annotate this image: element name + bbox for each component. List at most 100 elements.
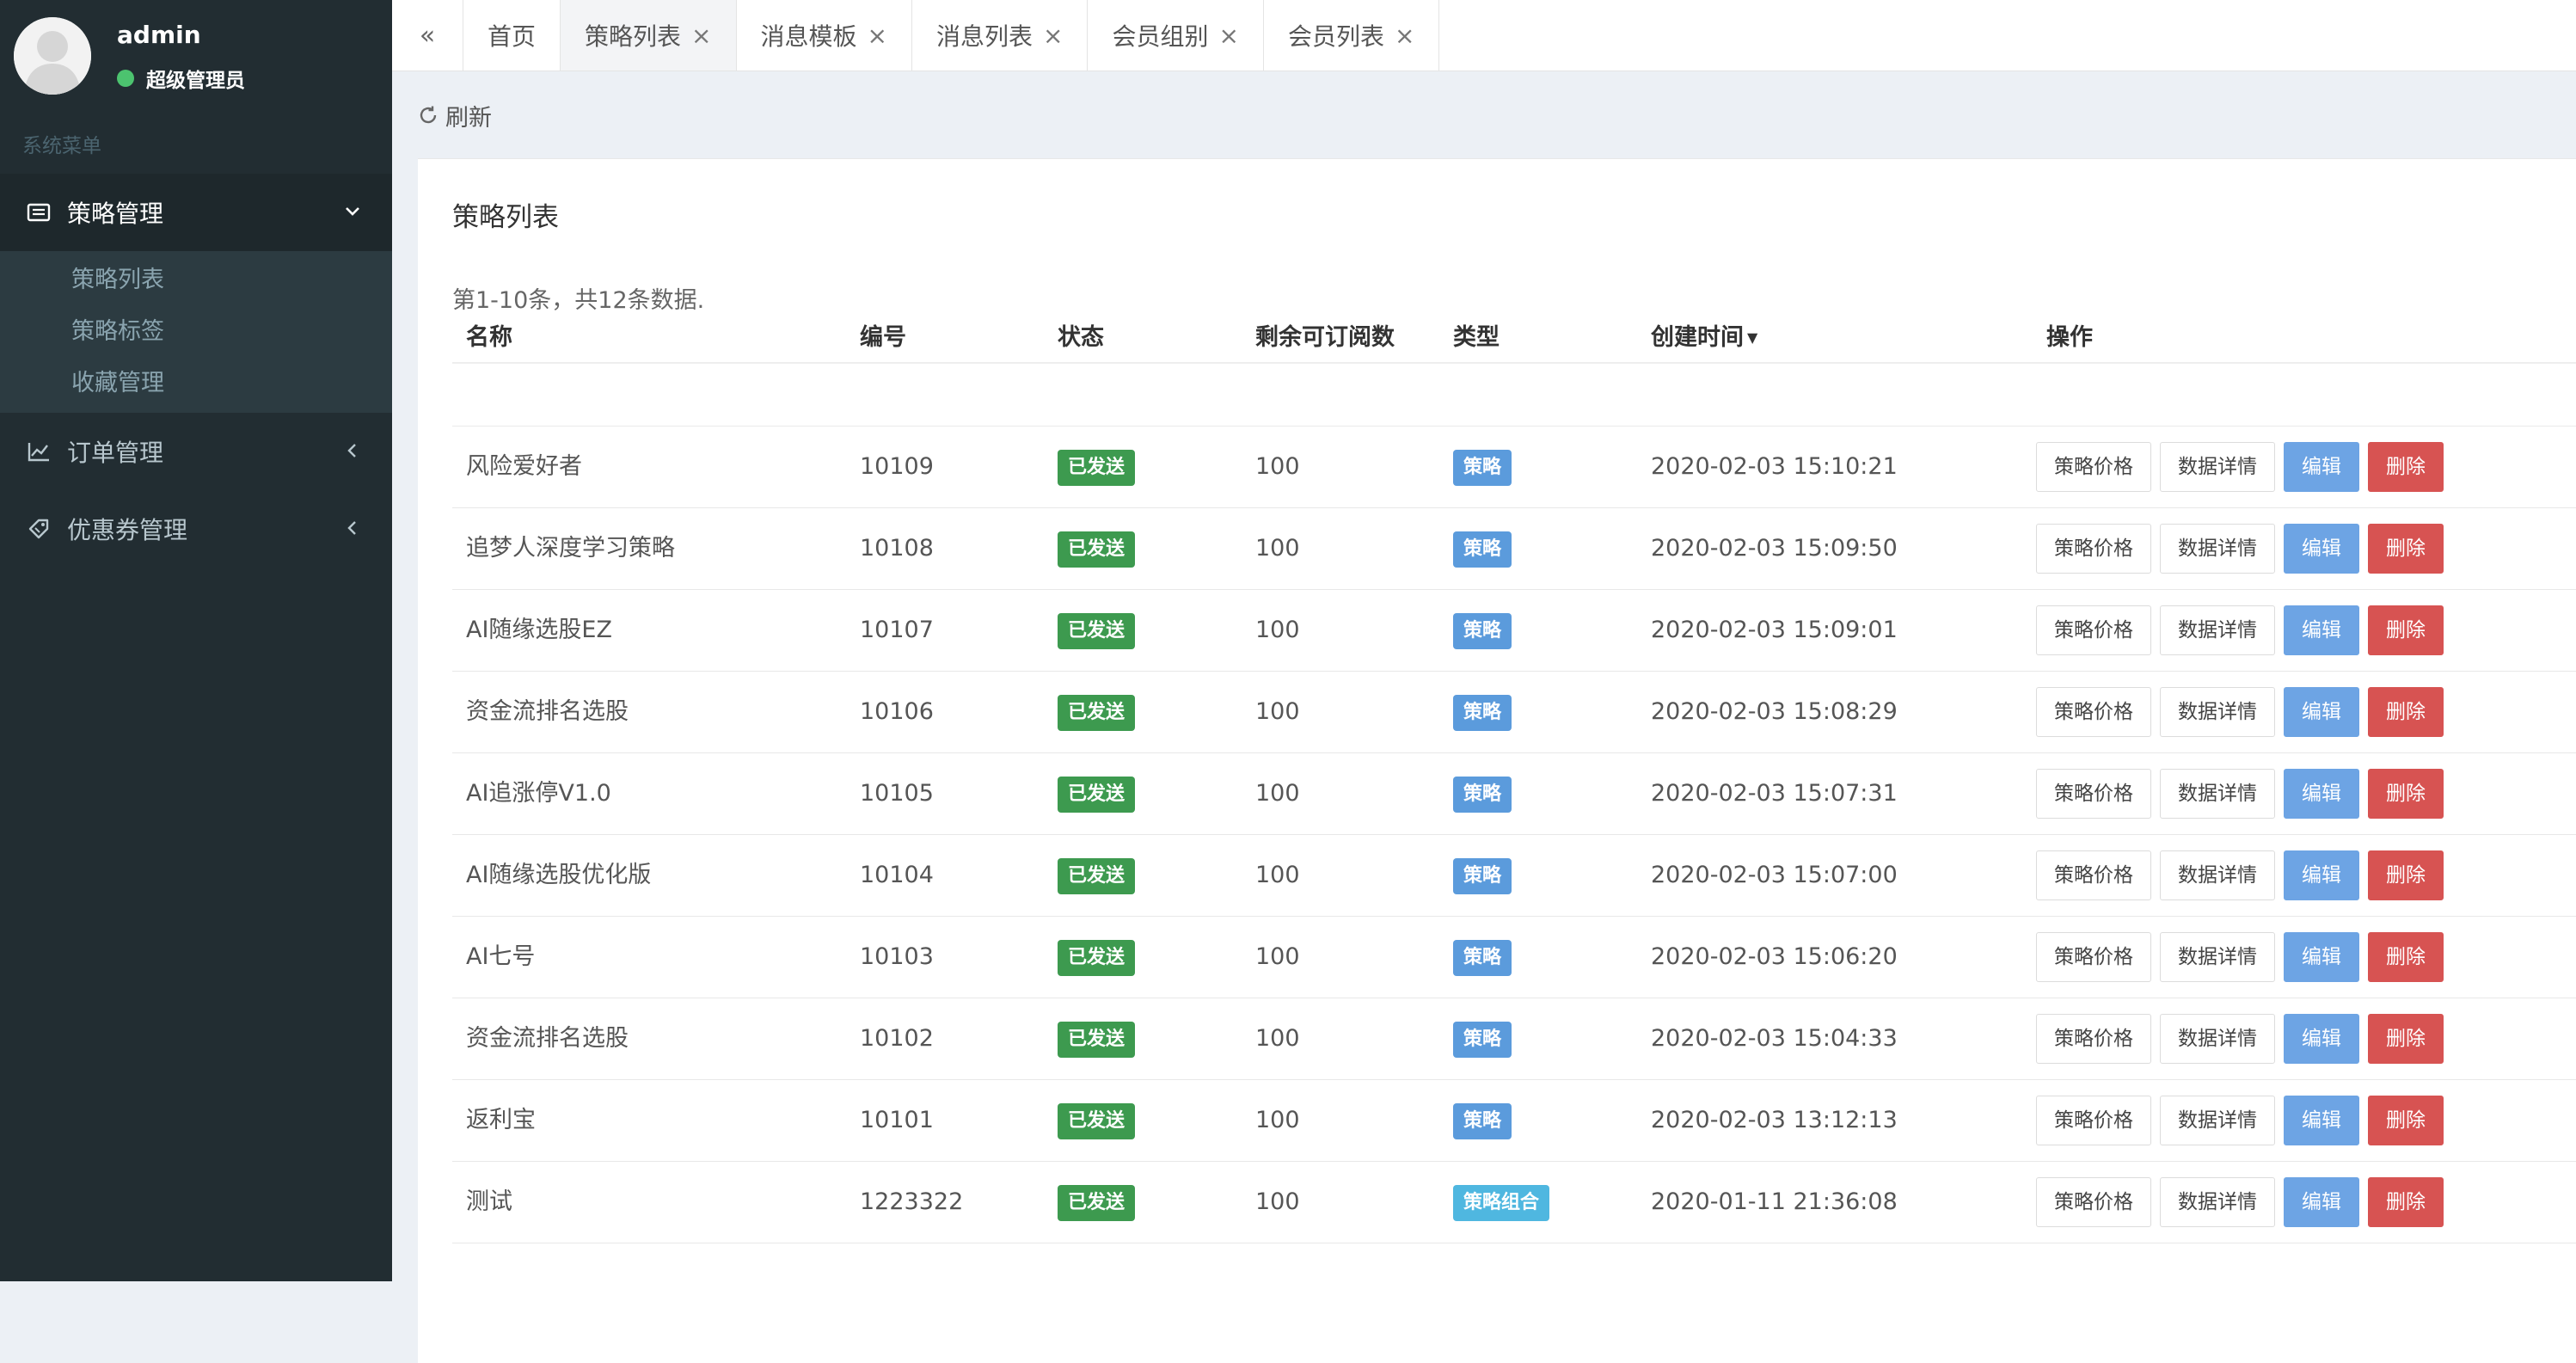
tab-message-list[interactable]: 消息列表 × (912, 0, 1089, 71)
table-row: AI随缘选股优化版 10104 已发送 100 策略 2020-02-03 15:07:0… (452, 835, 2576, 917)
cell-id: 10101 (860, 1107, 934, 1133)
sidebar-item-strategy[interactable]: 策略管理 (0, 174, 392, 251)
tab-collapse-button[interactable]: « (392, 0, 463, 71)
strategy-price-button[interactable]: 策略价格 (2036, 524, 2151, 574)
cell-type: 策略 (1453, 508, 1512, 589)
column-header-status[interactable]: 状态 (1058, 314, 1104, 362)
close-icon[interactable]: × (1043, 21, 1063, 50)
delete-button[interactable]: 删除 (2368, 605, 2444, 655)
cell-id: 10109 (860, 453, 934, 480)
close-icon[interactable]: × (868, 21, 887, 50)
table-row: AI七号 10103 已发送 100 策略 2020-02-03 15:06:20 策略价格… (452, 917, 2576, 998)
type-badge: 策略组合 (1453, 1184, 1550, 1221)
tab-member-list[interactable]: 会员列表 × (1264, 0, 1440, 71)
refresh-button[interactable]: 刷新 (418, 98, 492, 132)
data-detail-button[interactable]: 数据详情 (2160, 687, 2275, 737)
column-header-name[interactable]: 名称 (466, 314, 512, 362)
tab-strategy-list[interactable]: 策略列表 × (561, 0, 737, 71)
data-detail-button[interactable]: 数据详情 (2160, 605, 2275, 655)
table-row: AI追涨停V1.0 10105 已发送 100 策略 2020-02-03 15:07:3… (452, 753, 2576, 835)
sidebar-subitem-favorites[interactable]: 收藏管理 (0, 358, 392, 409)
delete-button[interactable]: 删除 (2368, 769, 2444, 819)
sidebar-item-label: 策略管理 (67, 200, 164, 228)
type-badge: 策略 (1453, 1021, 1512, 1058)
cell-type: 策略 (1453, 427, 1512, 507)
type-badge: 策略 (1453, 857, 1512, 894)
tab-message-template[interactable]: 消息模板 × (737, 0, 912, 71)
filter-row (452, 364, 2576, 427)
status-badge: 已发送 (1058, 939, 1136, 976)
close-icon[interactable]: × (1395, 21, 1414, 50)
tab-member-group[interactable]: 会员组别 × (1088, 0, 1264, 71)
strategy-price-button[interactable]: 策略价格 (2036, 1177, 2151, 1227)
column-header-id[interactable]: 编号 (860, 314, 906, 362)
edit-button[interactable]: 编辑 (2284, 850, 2359, 900)
delete-button[interactable]: 删除 (2368, 850, 2444, 900)
user-status: 超级管理员 (117, 64, 245, 93)
row-actions: 策略价格 数据详情 编辑 删除 (2036, 932, 2444, 982)
delete-button[interactable]: 删除 (2368, 524, 2444, 574)
data-detail-button[interactable]: 数据详情 (2160, 1096, 2275, 1145)
column-header-type[interactable]: 类型 (1453, 314, 1500, 362)
tab-bar: « 首页 策略列表 × 消息模板 × 消息列表 × 会员组别 × 会员列表 × (392, 0, 2576, 71)
strategy-price-button[interactable]: 策略价格 (2036, 850, 2151, 900)
column-header-remaining[interactable]: 剩余可订阅数 (1255, 314, 1395, 362)
cell-name: AI随缘选股EZ (466, 617, 612, 643)
strategy-price-button[interactable]: 策略价格 (2036, 1096, 2151, 1145)
edit-button[interactable]: 编辑 (2284, 605, 2359, 655)
cell-created: 2020-02-03 15:07:31 (1651, 780, 1898, 807)
delete-button[interactable]: 删除 (2368, 1177, 2444, 1227)
edit-button[interactable]: 编辑 (2284, 769, 2359, 819)
cell-id: 10102 (860, 1025, 934, 1052)
edit-button[interactable]: 编辑 (2284, 932, 2359, 982)
data-detail-button[interactable]: 数据详情 (2160, 1014, 2275, 1064)
edit-button[interactable]: 编辑 (2284, 1177, 2359, 1227)
delete-button[interactable]: 删除 (2368, 687, 2444, 737)
edit-button[interactable]: 编辑 (2284, 1096, 2359, 1145)
strategy-price-button[interactable]: 策略价格 (2036, 769, 2151, 819)
delete-button[interactable]: 删除 (2368, 932, 2444, 982)
strategy-price-button[interactable]: 策略价格 (2036, 932, 2151, 982)
data-detail-button[interactable]: 数据详情 (2160, 932, 2275, 982)
tab-home[interactable]: 首页 (463, 0, 561, 71)
cell-type: 策略 (1453, 590, 1512, 671)
strategy-price-button[interactable]: 策略价格 (2036, 1014, 2151, 1064)
cell-created: 2020-02-03 15:04:33 (1651, 1025, 1898, 1052)
sidebar-item-coupons[interactable]: 优惠券管理 (0, 490, 392, 568)
delete-button[interactable]: 删除 (2368, 1014, 2444, 1064)
sidebar-subitem-strategy-tags[interactable]: 策略标签 (0, 306, 392, 358)
edit-button[interactable]: 编辑 (2284, 687, 2359, 737)
data-detail-button[interactable]: 数据详情 (2160, 524, 2275, 574)
strategy-price-button[interactable]: 策略价格 (2036, 442, 2151, 492)
data-detail-button[interactable]: 数据详情 (2160, 442, 2275, 492)
cell-remaining: 100 (1255, 780, 1300, 807)
sidebar-item-orders[interactable]: 订单管理 (0, 413, 392, 490)
row-actions: 策略价格 数据详情 编辑 删除 (2036, 605, 2444, 655)
cell-remaining: 100 (1255, 1025, 1300, 1052)
column-header-created[interactable]: 创建时间 ▼ (1651, 314, 1757, 362)
data-detail-button[interactable]: 数据详情 (2160, 1177, 2275, 1227)
delete-button[interactable]: 删除 (2368, 1096, 2444, 1145)
close-icon[interactable]: × (1218, 21, 1238, 50)
cell-remaining: 100 (1255, 862, 1300, 888)
data-detail-button[interactable]: 数据详情 (2160, 769, 2275, 819)
edit-button[interactable]: 编辑 (2284, 524, 2359, 574)
strategy-price-button[interactable]: 策略价格 (2036, 687, 2151, 737)
user-panel: admin 超级管理员 (0, 0, 392, 125)
cell-created: 2020-01-11 21:36:08 (1651, 1188, 1898, 1215)
edit-button[interactable]: 编辑 (2284, 1014, 2359, 1064)
data-detail-button[interactable]: 数据详情 (2160, 850, 2275, 900)
close-icon[interactable]: × (691, 21, 711, 50)
sidebar-subitem-strategy-list[interactable]: 策略列表 (0, 255, 392, 306)
type-badge: 策略 (1453, 776, 1512, 813)
cell-type: 策略组合 (1453, 1162, 1550, 1243)
strategy-price-button[interactable]: 策略价格 (2036, 605, 2151, 655)
avatar[interactable] (14, 17, 91, 95)
delete-button[interactable]: 删除 (2368, 442, 2444, 492)
column-header-actions: 操作 (2046, 324, 2093, 351)
cell-name: 资金流排名选股 (466, 698, 629, 725)
cell-created: 2020-02-03 13:12:13 (1651, 1107, 1898, 1133)
table-header: 名称 编号 状态 剩余可订阅数 类型 创建时间 ▼ 操作 (452, 314, 2576, 364)
cell-created: 2020-02-03 15:06:20 (1651, 943, 1898, 970)
edit-button[interactable]: 编辑 (2284, 442, 2359, 492)
